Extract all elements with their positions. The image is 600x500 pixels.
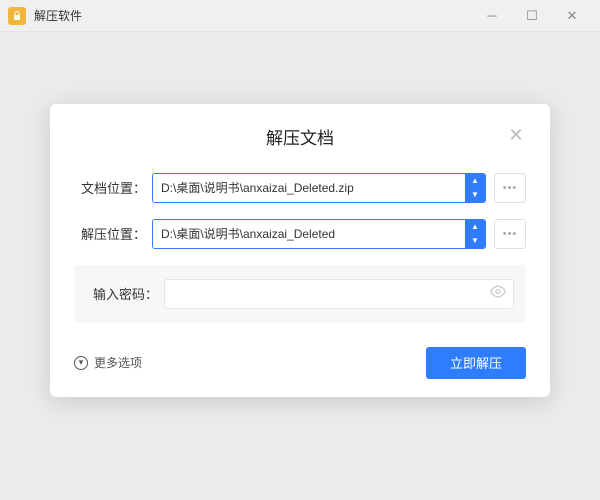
more-options-toggle[interactable]: ▾ 更多选项 — [74, 354, 142, 371]
chevron-up-icon[interactable]: ▲ — [465, 220, 485, 234]
more-options-label: 更多选项 — [94, 354, 142, 371]
file-location-stepper[interactable]: ▲ ▼ — [465, 174, 485, 202]
dialog-footer: ▾ 更多选项 立即解压 — [74, 347, 526, 379]
extract-location-row: 解压位置： ▲ ▼ ••• — [74, 219, 526, 249]
chevron-down-circle-icon: ▾ — [74, 356, 88, 370]
password-label: 输入密码： — [86, 284, 158, 303]
file-location-input[interactable] — [153, 174, 465, 202]
dialog-header: 解压文档 ✕ — [74, 124, 526, 149]
dialog-title: 解压文档 — [74, 124, 526, 149]
file-location-label: 文档位置： — [74, 178, 146, 197]
chevron-down-icon[interactable]: ▼ — [465, 188, 485, 202]
chevron-down-icon[interactable]: ▼ — [465, 234, 485, 248]
extract-location-combo[interactable]: ▲ ▼ — [152, 219, 486, 249]
chevron-up-icon[interactable]: ▲ — [465, 174, 485, 188]
file-location-row: 文档位置： ▲ ▼ ••• — [74, 173, 526, 203]
extract-dialog: 安下载 anxz.com 解压文档 ✕ 文档位置： ▲ ▼ ••• 解压位置： — [50, 104, 550, 397]
close-icon[interactable]: ✕ — [506, 126, 526, 146]
browse-file-button[interactable]: ••• — [494, 173, 526, 203]
extract-button[interactable]: 立即解压 — [426, 347, 526, 379]
browse-folder-button[interactable]: ••• — [494, 219, 526, 249]
password-input[interactable] — [164, 279, 514, 309]
extract-location-input[interactable] — [153, 220, 465, 248]
modal-overlay: 安下载 anxz.com 解压文档 ✕ 文档位置： ▲ ▼ ••• 解压位置： — [0, 0, 600, 500]
eye-icon[interactable] — [490, 283, 506, 304]
file-location-combo[interactable]: ▲ ▼ — [152, 173, 486, 203]
extract-location-label: 解压位置： — [74, 224, 146, 243]
password-section: 输入密码： — [74, 265, 526, 323]
password-row: 输入密码： — [86, 279, 514, 309]
extract-location-stepper[interactable]: ▲ ▼ — [465, 220, 485, 248]
